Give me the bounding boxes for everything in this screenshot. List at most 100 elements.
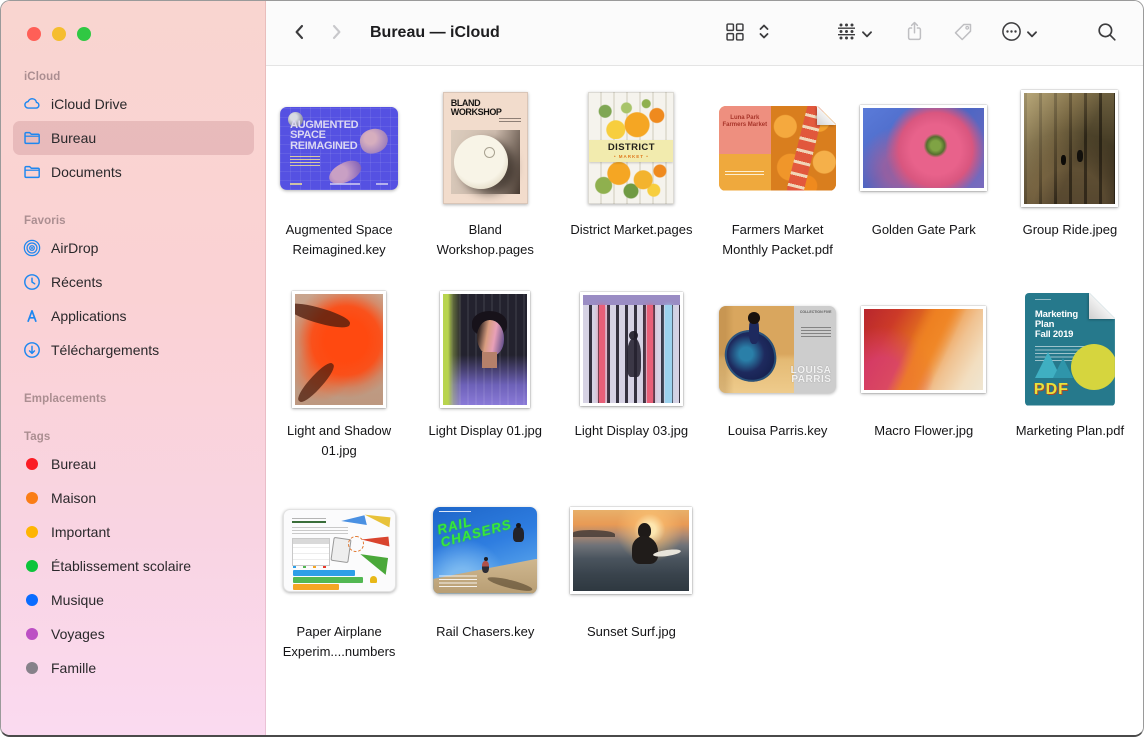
file-item[interactable]: Golden Gate Park [851,79,997,280]
file-thumbnail: AUGMENTEDSPACEREIMAGINED [280,107,398,190]
file-item[interactable]: Group Ride.jpeg [997,79,1143,280]
sidebar-item-bureau[interactable]: Bureau [13,121,254,155]
sidebar-item-applications[interactable]: Applications [13,299,254,333]
art-decoration [341,515,367,531]
file-name: Macro Flower.jpg [874,421,973,441]
file-item[interactable]: Sunset Surf.jpg [558,481,704,682]
art-decoration [583,295,680,403]
view-mode-button[interactable] [722,19,748,48]
art-decoration [573,510,689,591]
art-decoration [290,183,388,185]
art-decoration [1071,344,1115,390]
sidebar: iCloud iCloud Drive Bureau Documents Fa [1,1,266,735]
group-by-button[interactable] [832,18,876,48]
sidebar-item-telechargements[interactable]: Téléchargements [13,333,254,367]
section-title-tags: Tags [24,431,266,443]
art-decoration [1024,93,1115,204]
file-item[interactable]: Luna ParkFarmers Market Farmers Market M… [705,79,851,280]
sidebar-tag-etablissement-scolaire[interactable]: Établissement scolaire [13,549,254,583]
section-title-emplacements: Emplacements [24,393,266,405]
share-icon [906,21,923,45]
chevron-down-icon [1027,26,1037,41]
file-name: Augmented Space Reimagined.key [275,220,403,259]
art-decoration [1035,299,1051,301]
view-mode-stepper[interactable] [754,19,774,47]
file-name: Light Display 01.jpg [429,421,542,441]
file-thumbnail [292,291,386,408]
sidebar-item-icloud-drive[interactable]: iCloud Drive [13,87,254,121]
sidebar-tag-important[interactable]: Important [13,515,254,549]
clock-icon [23,273,41,291]
art-decoration [293,584,339,590]
sidebar-tag-voyages[interactable]: Voyages [13,617,254,651]
art-decoration: Luna ParkFarmers Market [719,106,770,154]
sidebar-item-recents[interactable]: Récents [13,265,254,299]
file-name: Sunset Surf.jpg [587,622,676,642]
sidebar-item-label: Musique [51,592,104,608]
file-thumbnail: DISTRICT • MARKET • [588,92,674,204]
art-decoration [290,156,320,166]
sidebar-tag-bureau[interactable]: Bureau [13,447,254,481]
file-item[interactable]: Light Display 03.jpg [558,280,704,481]
sidebar-item-label: Voyages [51,626,105,642]
art-decoration [801,325,831,337]
art-decoration [719,306,794,393]
file-item[interactable]: DISTRICT • MARKET • District Market.page… [558,79,704,280]
tags-button[interactable] [949,18,977,49]
art-decoration [748,312,761,324]
forward-button[interactable] [326,19,348,48]
sidebar-tag-famille[interactable]: Famille [13,651,254,685]
tag-dot-gray [26,662,38,674]
file-item[interactable]: BLANDWORKSHOP Bland Workshop.pages [412,79,558,280]
sidebar-item-label: Important [51,524,110,540]
file-thumbnail: MarketingPlanFall 2019 PDF [1025,293,1115,406]
back-button[interactable] [288,19,310,48]
file-item[interactable]: RAILCHASERS Rail Chasers.key [412,481,558,682]
chevron-right-icon [330,23,344,44]
art-decoration [647,305,653,403]
art-decoration [1061,155,1066,165]
sidebar-item-label: Maison [51,490,96,506]
art-decoration [477,320,504,356]
airdrop-icon [23,239,41,257]
thumb-title: AUGMENTEDSPACEREIMAGINED [290,120,358,152]
thumb-subtitle: COLLECTION FIVE [800,310,832,314]
share-button[interactable] [902,17,927,49]
art-decoration [293,577,363,583]
zoom-button[interactable] [77,27,91,41]
sidebar-item-label: Établissement scolaire [51,558,191,574]
sidebar-item-airdrop[interactable]: AirDrop [13,231,254,265]
close-button[interactable] [27,27,41,41]
art-decoration [293,570,355,576]
thumb-title: RAILCHASERS [436,507,513,550]
art-decoration [719,154,770,191]
sidebar-item-label: Famille [51,660,96,676]
file-item[interactable]: Paper Airplane Experim....numbers [266,481,412,682]
file-name: Golden Gate Park [872,220,976,240]
file-item[interactable]: Light and Shadow 01.jpg [266,280,412,481]
art-decoration [593,97,669,139]
file-name: Bland Workshop.pages [421,220,549,259]
art-decoration [295,299,352,331]
sidebar-tag-musique[interactable]: Musique [13,583,254,617]
sidebar-item-label: Récents [51,274,102,290]
sidebar-tag-maison[interactable]: Maison [13,481,254,515]
file-item[interactable]: COLLECTION FIVE LOUISAPARRIS Louisa Parr… [705,280,851,481]
thumb-title: DISTRICT [608,143,655,153]
tag-icon [953,22,973,45]
minimize-button[interactable] [52,27,66,41]
art-decoration [370,576,377,583]
file-item[interactable]: MarketingPlanFall 2019 PDF Marketing Pla… [997,280,1143,481]
sidebar-item-label: Téléchargements [51,342,159,358]
download-circle-icon [23,341,41,359]
file-item[interactable]: Light Display 01.jpg [412,280,558,481]
art-decoration [499,117,521,122]
art-decoration [627,338,642,377]
more-actions-button[interactable] [997,17,1041,49]
file-item[interactable]: Macro Flower.jpg [851,280,997,481]
sidebar-item-documents[interactable]: Documents [13,155,254,189]
art-decoration [295,359,338,404]
search-button[interactable] [1093,18,1121,49]
file-item[interactable]: AUGMENTEDSPACEREIMAGINED Augmented Space… [266,79,412,280]
art-decoration [665,305,672,403]
